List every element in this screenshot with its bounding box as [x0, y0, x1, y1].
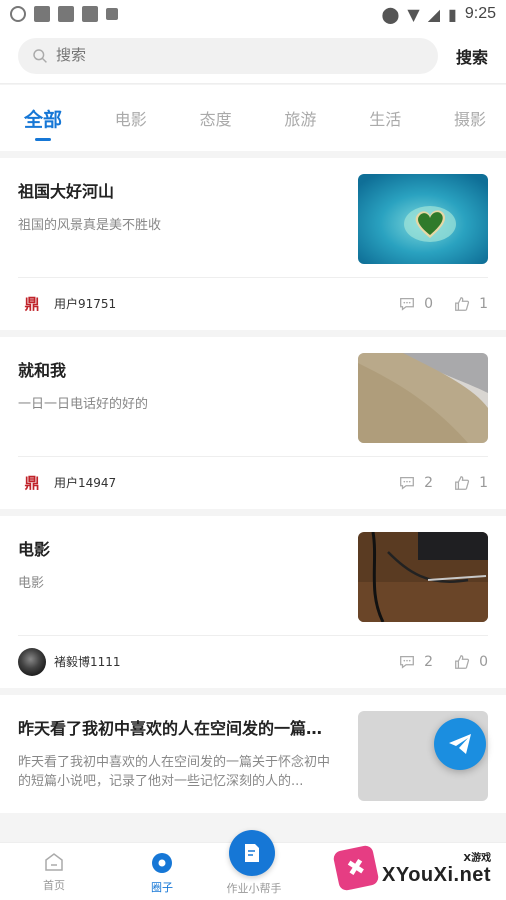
post-title: 祖国大好河山: [18, 182, 115, 201]
tab-all[interactable]: 全部: [24, 85, 62, 151]
share-fab[interactable]: [434, 718, 486, 770]
thumbs-up-icon: [455, 475, 470, 490]
edit-doc-icon: [245, 844, 259, 862]
battery-icon: ▮: [448, 4, 457, 24]
homework-helper-button[interactable]: [229, 830, 275, 876]
thumbs-up-icon: [455, 296, 470, 311]
tab-travel[interactable]: 旅游: [284, 85, 316, 151]
post-thumbnail: [358, 353, 488, 443]
tab-photography[interactable]: 摄影: [454, 85, 486, 151]
search-input[interactable]: [56, 47, 396, 64]
nav-home[interactable]: 首页: [0, 843, 108, 900]
wifi-icon: ▼: [407, 4, 420, 24]
post-thumbnail: [358, 532, 488, 622]
gamepad-logo-icon: ✖: [332, 844, 380, 892]
post-title: 就和我: [18, 361, 67, 380]
app-icon: [58, 6, 74, 22]
search-bar: 搜索: [0, 28, 506, 84]
comment-count[interactable]: 2: [398, 653, 433, 671]
post-card[interactable]: 昨天看了我初中喜欢的人在空间发的一篇关... 昨天看了我初中喜欢的人在空间发的一…: [0, 695, 506, 813]
avatar[interactable]: 鼎: [18, 289, 46, 318]
avatar[interactable]: [18, 647, 46, 676]
sync-icon: [10, 6, 26, 22]
post-title: 电影: [18, 540, 51, 559]
paper-plane-icon: [449, 734, 471, 754]
username[interactable]: 用户91751: [54, 295, 116, 312]
comment-count[interactable]: 0: [398, 295, 433, 313]
system-icons: ⬤ ▼ ◢ ▮ 9:25: [382, 5, 496, 24]
tab-movie[interactable]: 电影: [115, 85, 147, 151]
search-icon: [33, 48, 47, 63]
signal-icon: ◢: [427, 4, 441, 24]
post-card[interactable]: 祖国大好河山 祖国的风景真是美不胜收 鼎 用户91751 0 1: [0, 158, 506, 330]
post-description: 祖国的风景真是美不胜收: [18, 218, 162, 233]
comment-icon: [400, 476, 415, 490]
image-icon: [34, 6, 50, 22]
thumbs-up-icon: [455, 654, 470, 669]
comment-icon: [400, 297, 415, 311]
category-tabs: 全部 电影 态度 旅游 生活 摄影: [0, 85, 506, 151]
post-description: 一日一日电话好的好的: [18, 397, 149, 412]
search-box[interactable]: [18, 37, 438, 74]
tab-life[interactable]: 生活: [369, 85, 401, 151]
username[interactable]: 用户14947: [54, 474, 116, 491]
post-description: 昨天看了我初中喜欢的人在空间发的一篇关于怀念初中的短篇小说吧，记录了他对一些记忆…: [18, 755, 331, 789]
post-card[interactable]: 就和我 一日一日电话好的好的 鼎 用户14947 2 1: [0, 337, 506, 509]
status-bar: ⬤ ▼ ◢ ▮ 9:25: [0, 0, 506, 28]
nav-label: 圈子: [151, 881, 173, 894]
post-feed: 祖国大好河山 祖国的风景真是美不胜收 鼎 用户91751 0 1 就和我 一日一…: [0, 158, 506, 820]
like-count[interactable]: 1: [453, 474, 488, 492]
avatar[interactable]: 鼎: [18, 468, 46, 497]
post-description: 电影: [18, 576, 45, 591]
font-icon: [106, 8, 118, 20]
home-icon: [45, 853, 63, 871]
username[interactable]: 褚毅博1111: [54, 653, 121, 670]
post-title: 昨天看了我初中喜欢的人在空间发的一篇关...: [18, 719, 328, 738]
search-button[interactable]: 搜索: [456, 44, 488, 68]
watermark-text: XYouXi.net: [382, 864, 492, 886]
watermark-logo: ✖ X游戏 XYouXi.net: [332, 844, 496, 892]
like-count[interactable]: 1: [453, 295, 488, 313]
app-icon: [82, 6, 98, 22]
location-icon: ⬤: [381, 4, 400, 24]
like-count[interactable]: 0: [453, 653, 488, 671]
nav-circle[interactable]: 圈子: [108, 843, 216, 900]
watermark-small-text: X游戏: [463, 853, 492, 864]
post-thumbnail: [358, 174, 488, 264]
nav-label: 首页: [43, 879, 65, 892]
circle-chat-icon: [152, 853, 172, 873]
comment-count[interactable]: 2: [398, 474, 433, 492]
tab-attitude[interactable]: 态度: [200, 85, 232, 151]
nav-label[interactable]: 作业小帮手: [222, 880, 286, 896]
comment-icon: [400, 655, 415, 669]
post-card[interactable]: 电影 电影 褚毅博1111 2 0: [0, 516, 506, 688]
notification-icons: [10, 6, 118, 22]
clock: 9:25: [464, 5, 496, 22]
